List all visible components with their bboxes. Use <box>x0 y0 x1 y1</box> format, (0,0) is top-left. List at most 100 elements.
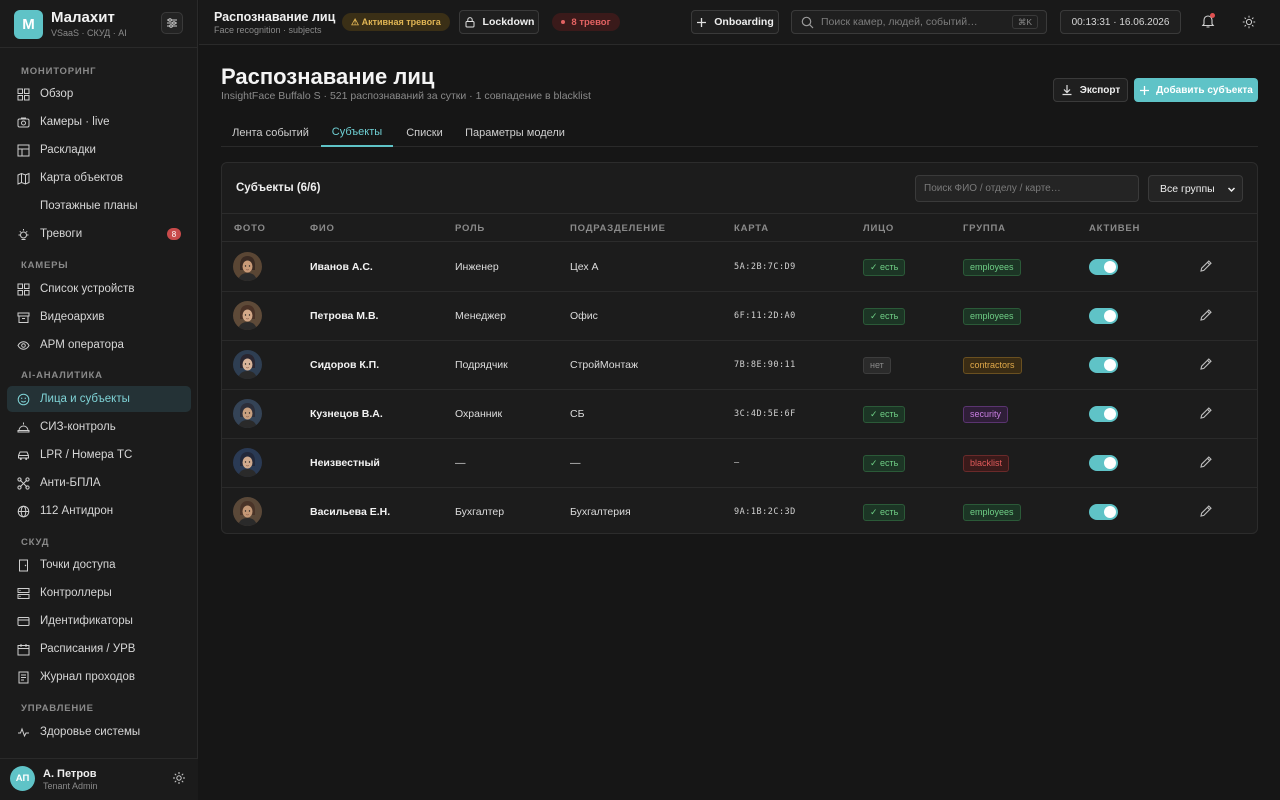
download-icon <box>1062 85 1072 96</box>
active-toggle[interactable] <box>1089 259 1118 275</box>
subjects-card: Субъекты (6/6) Все группы ФОТО ФИО РОЛЬ … <box>221 162 1258 534</box>
active-toggle[interactable] <box>1089 357 1118 373</box>
sidebar: M Малахит VSaaS · СКУД · AI МОНИТОРИНГ О… <box>0 0 198 800</box>
sidebar-item-floor-plans[interactable]: Поэтажные планы <box>7 193 191 219</box>
subject-name[interactable]: Петрова М.В. <box>310 292 378 340</box>
sidebar-item-schedules[interactable]: Расписания / УРВ <box>7 636 191 662</box>
sidebar-item-cameras-live[interactable]: Камеры · live <box>7 109 191 135</box>
column-header-name[interactable]: ФИО <box>310 223 335 234</box>
subject-role: — <box>455 457 466 469</box>
topbar: Распознавание лиц Face recognition · sub… <box>199 0 1280 45</box>
sliders-icon <box>167 18 177 28</box>
sidebar-item-operator-workstation[interactable]: АРМ оператора <box>7 332 191 358</box>
sidebar-item-label: Список устройств <box>40 283 135 295</box>
sidebar-item-video-archive[interactable]: Видеоархив <box>7 304 191 330</box>
sidebar-item-112-antidrone[interactable]: 112 Антидрон <box>7 498 191 524</box>
column-header-role[interactable]: РОЛЬ <box>455 223 485 234</box>
column-header-face[interactable]: ЛИЦО <box>863 223 894 234</box>
column-header-group[interactable]: ГРУППА <box>963 223 1006 234</box>
brand-logo: M <box>14 9 43 39</box>
subject-department: СБ <box>570 408 585 420</box>
sidebar-item-layouts[interactable]: Раскладки <box>7 137 191 163</box>
column-header-photo[interactable]: ФОТО <box>234 223 266 234</box>
gear-icon[interactable] <box>172 771 186 785</box>
column-header-active[interactable]: АКТИВЕН <box>1089 223 1140 234</box>
export-button[interactable]: Экспорт <box>1053 78 1128 102</box>
subject-name[interactable]: Сидоров К.П. <box>310 341 379 389</box>
sidebar-item-label: Идентификаторы <box>40 615 133 627</box>
group-filter-select[interactable]: Все группы <box>1148 175 1243 202</box>
onboarding-label: Onboarding <box>714 16 774 28</box>
sidebar-item-access-points[interactable]: Точки доступа <box>7 552 191 578</box>
table-row[interactable]: Сидоров К.П. Подрядчик СтройМонтаж 7B:8E:90… <box>222 341 1257 390</box>
sidebar-item-label: Здоровье системы <box>40 726 141 738</box>
subject-name[interactable]: Кузнецов В.А. <box>310 390 383 438</box>
active-toggle[interactable] <box>1089 308 1118 324</box>
table-row[interactable]: Кузнецов В.А. Охранник СБ 3C:4D:5E:6F ✓ есть… <box>222 390 1257 439</box>
sidebar-item-system-health[interactable]: Здоровье системы <box>7 719 191 745</box>
onboarding-button[interactable]: Onboarding <box>691 10 779 34</box>
sun-icon[interactable] <box>1242 15 1256 29</box>
subject-name[interactable]: Васильева Е.Н. <box>310 488 390 533</box>
column-header-department[interactable]: ПОДРАЗДЕЛЕНИЕ <box>570 223 666 234</box>
subject-department: — <box>570 457 581 469</box>
page-title: Распознавание лиц <box>221 64 435 89</box>
user-name: А. Петров <box>43 768 97 780</box>
subject-photo <box>233 350 262 379</box>
card-icon <box>16 614 30 628</box>
lockdown-button[interactable]: Lockdown <box>459 10 539 34</box>
active-toggle[interactable] <box>1089 455 1118 471</box>
edit-icon[interactable] <box>1199 504 1213 518</box>
subject-name[interactable]: Иванов А.С. <box>310 243 373 291</box>
tab-event-feed[interactable]: Лента событий <box>221 118 320 147</box>
table-row[interactable]: Васильева Е.Н. Бухгалтер Бухгалтерия 9A:1B:… <box>222 488 1257 533</box>
table-row[interactable]: Петрова М.В. Менеджер Офис 6F:11:2D:A0 ✓ ест… <box>222 292 1257 341</box>
sidebar-item-lpr[interactable]: LPR / Номера ТС <box>7 442 191 468</box>
subject-role: Инженер <box>455 261 499 273</box>
edit-icon[interactable] <box>1199 455 1213 469</box>
sidebar-item-alarms[interactable]: Тревоги 8 <box>7 221 191 247</box>
user-panel[interactable]: АП А. Петров Tenant Admin <box>0 758 198 800</box>
active-toggle[interactable] <box>1089 504 1118 520</box>
sidebar-item-anti-drone[interactable]: Анти-БПЛА <box>7 470 191 496</box>
eye-icon <box>16 338 30 352</box>
sidebar-item-object-map[interactable]: Карта объектов <box>7 165 191 191</box>
map-icon <box>16 171 30 185</box>
tab-model-params[interactable]: Параметры модели <box>458 118 572 147</box>
sidebar-item-identifiers[interactable]: Идентификаторы <box>7 608 191 634</box>
subjects-search-input[interactable] <box>915 175 1139 202</box>
active-alert-pill[interactable]: ⚠ Активная тревога <box>342 13 450 31</box>
global-search-input[interactable] <box>821 16 1011 28</box>
active-toggle[interactable] <box>1089 406 1118 422</box>
table-row[interactable]: Иванов А.С. Инженер Цех А 5A:2B:7C:D9 ✓ есть… <box>222 243 1257 292</box>
tab-subjects[interactable]: Субъекты <box>321 118 393 147</box>
sidebar-item-pass-log[interactable]: Журнал проходов <box>7 664 191 690</box>
sidebar-item-label: Тревоги <box>40 228 83 240</box>
sidebar-item-faces[interactable]: Лица и субъекты <box>7 386 191 412</box>
grid-icon <box>16 282 30 296</box>
sidebar-item-overview[interactable]: Обзор <box>7 81 191 107</box>
add-subject-button[interactable]: Добавить субъекта <box>1134 78 1258 102</box>
brand-subtitle: VSaaS · СКУД · AI <box>51 27 127 38</box>
edit-icon[interactable] <box>1199 406 1213 420</box>
sidebar-item-controllers[interactable]: Контроллеры <box>7 580 191 606</box>
alarms-pill[interactable]: 8 тревог <box>552 13 620 31</box>
table-row[interactable]: Неизвестный — — — ✓ есть blacklist <box>222 439 1257 488</box>
sidebar-item-label: АРМ оператора <box>40 339 124 351</box>
brand[interactable]: M Малахит VSaaS · СКУД · AI <box>14 9 127 39</box>
edit-icon[interactable] <box>1199 308 1213 322</box>
plus-icon <box>697 17 707 27</box>
subject-name[interactable]: Неизвестный <box>310 439 380 487</box>
edit-icon[interactable] <box>1199 357 1213 371</box>
global-search[interactable]: ⌘K <box>791 10 1047 34</box>
sidebar-item-label: 112 Антидрон <box>40 505 114 517</box>
archive-icon <box>16 310 30 324</box>
subject-photo <box>233 301 262 330</box>
column-header-card[interactable]: КАРТА <box>734 223 769 234</box>
tab-lists[interactable]: Списки <box>397 118 452 147</box>
sidebar-item-ppe-control[interactable]: СИЗ-контроль <box>7 414 191 440</box>
sidebar-collapse-button[interactable] <box>161 12 183 34</box>
sidebar-item-devices[interactable]: Список устройств <box>7 276 191 302</box>
subject-card: 3C:4D:5E:6F <box>734 409 796 419</box>
edit-icon[interactable] <box>1199 259 1213 273</box>
